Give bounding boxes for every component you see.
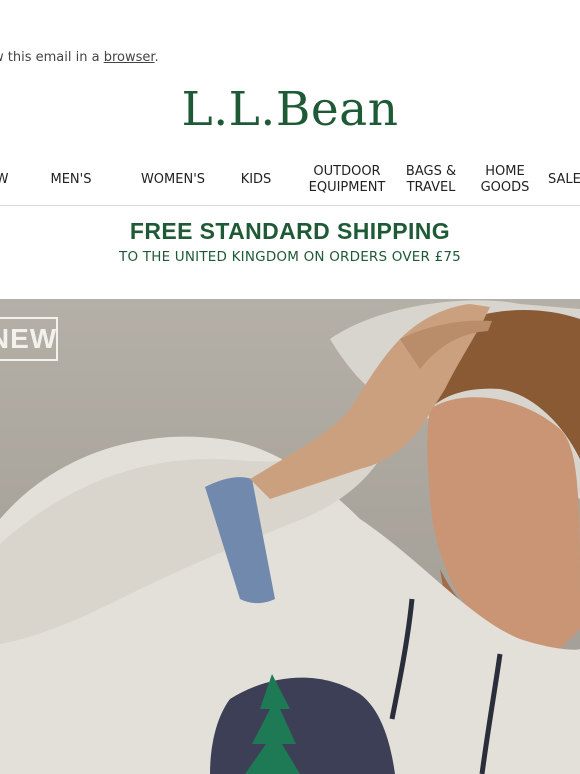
hero-photo [0,300,580,774]
nav-item-mens[interactable]: MEN'S [40,160,102,200]
view-in-browser-link[interactable]: browser [104,50,155,65]
preheader-text: w this email in a [0,50,104,65]
shipping-title[interactable]: FREE STANDARD SHIPPING [0,218,580,245]
shipping-subtitle[interactable]: TO THE UNITED KINGDOM ON ORDERS OVER £75 [0,249,580,265]
nav-divider [0,205,580,206]
preheader-suffix: . [154,50,159,65]
new-badge: NEW [0,317,58,361]
nav-item-new[interactable]: W [0,160,14,200]
nav-item-home-goods[interactable]: HOME GOODS [474,160,536,200]
llbean-logo[interactable]: L.L.Bean [0,82,580,137]
nav-item-kids[interactable]: KIDS [234,160,278,200]
main-nav: W MEN'S WOMEN'S KIDS OUTDOOR EQUIPMENT B… [0,160,580,204]
hero-banner[interactable]: NEW [0,299,580,774]
nav-item-bags-travel[interactable]: BAGS & TRAVEL [400,160,462,200]
preheader: w this email in a browser. [0,50,159,65]
nav-item-sale[interactable]: SALE [548,160,580,200]
nav-item-outdoor-equipment[interactable]: OUTDOOR EQUIPMENT [300,160,394,200]
nav-item-womens[interactable]: WOMEN'S [132,160,214,200]
